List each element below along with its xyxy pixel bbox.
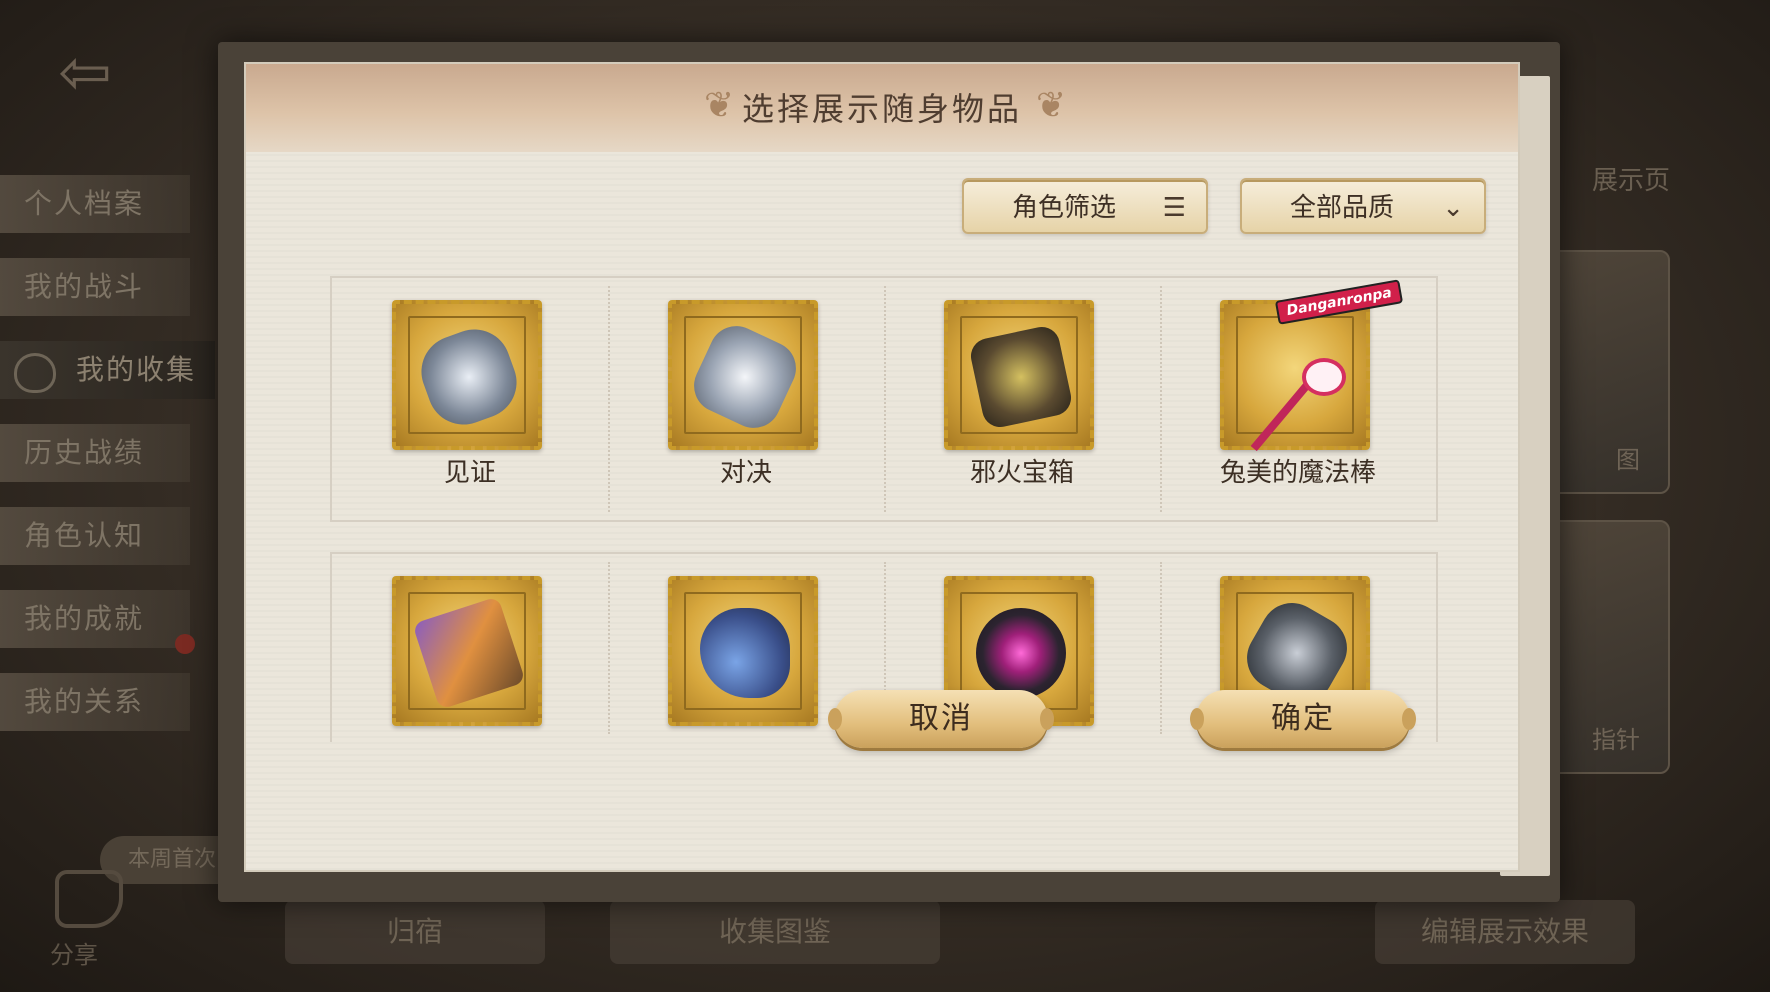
item-stamp: [668, 576, 818, 726]
shield-icon: [14, 353, 56, 393]
item-stamp: Danganronpa: [1220, 279, 1404, 452]
cancel-button[interactable]: 取消: [828, 690, 1054, 748]
sidebar-item-collection[interactable]: 我的收集: [0, 341, 215, 399]
dialog-title: 选择展示随身物品: [741, 90, 1022, 128]
back-arrow-icon[interactable]: ⇦: [30, 28, 140, 118]
sidebar-item-role-knowledge[interactable]: 角色认知: [0, 507, 190, 565]
item-name: 对决: [719, 458, 772, 488]
item-name: 见证: [443, 458, 496, 488]
quality-filter-dropdown[interactable]: 全部品质 ⌄: [1240, 178, 1486, 234]
item-stamp: [668, 300, 818, 450]
confirm-button[interactable]: 确定: [1190, 690, 1416, 748]
chevron-down-icon: ⌄: [1442, 193, 1464, 223]
evil-fire-chest-icon: [967, 323, 1075, 431]
item-name: 邪火宝箱: [969, 458, 1074, 488]
item-stamp: [392, 300, 542, 450]
item-cell[interactable]: 对决: [608, 278, 884, 520]
share-label[interactable]: 分享: [50, 935, 98, 970]
share-icon[interactable]: [55, 870, 123, 928]
sidebar-item-battle[interactable]: 我的战斗: [0, 258, 190, 316]
magic-wand-icon: [1250, 332, 1346, 452]
right-card-label: 图: [1616, 446, 1640, 474]
item-row: 见证 对决 邪火宝箱 Danganronpa 兔美的魔法棒: [330, 276, 1438, 522]
dialog-header: ❦ 选择展示随身物品 ❦: [246, 64, 1518, 152]
item-name: 兔美的魔法棒: [1219, 458, 1376, 488]
bottom-tab-home[interactable]: 归宿: [285, 900, 545, 964]
item-stamp: [392, 576, 542, 726]
sidebar-item-history[interactable]: 历史战绩: [0, 424, 190, 482]
list-icon: ☰: [1162, 193, 1186, 223]
item-cell[interactable]: 见证: [332, 278, 608, 520]
character-filter-label: 角色筛选: [1012, 193, 1117, 223]
bottom-tab-edit-display[interactable]: 编辑展示效果: [1375, 900, 1635, 964]
item-cell[interactable]: [332, 554, 608, 742]
quality-filter-label: 全部品质: [1290, 193, 1395, 223]
item-cell[interactable]: 邪火宝箱: [884, 278, 1160, 520]
right-peek-label: 展示页: [1591, 166, 1670, 196]
pink-eye-icon: [976, 608, 1066, 698]
notification-dot: [175, 634, 195, 654]
item-cell[interactable]: Danganronpa 兔美的魔法棒: [1160, 278, 1436, 520]
character-filter-button[interactable]: 角色筛选 ☰: [962, 178, 1208, 234]
sidebar-item-achievements[interactable]: 我的成就: [0, 590, 190, 648]
bottom-tab-collection-guide[interactable]: 收集图鉴: [610, 900, 940, 964]
sidebar-item-relationships[interactable]: 我的关系: [0, 673, 190, 731]
sidebar-item-profile[interactable]: 个人档案: [0, 175, 190, 233]
laurel-right-icon: ❦: [1036, 85, 1067, 126]
right-card-label: 指针: [1592, 726, 1640, 754]
item-stamp: [944, 300, 1094, 450]
select-item-dialog: ❦ 选择展示随身物品 ❦ 角色筛选 ☰ 全部品质 ⌄ 见证 对决 邪火宝箱 Da…: [246, 64, 1518, 870]
